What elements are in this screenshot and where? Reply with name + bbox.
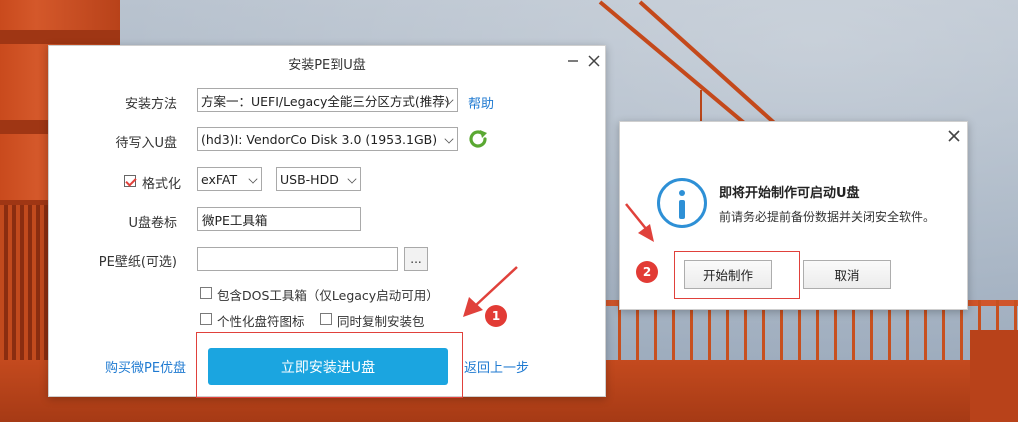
highlight-install-box	[196, 332, 463, 398]
disk-label: 待写入U盘	[115, 136, 177, 151]
filesystem-select-value: exFAT	[201, 171, 238, 187]
close-icon	[588, 55, 600, 67]
highlight-start-box	[674, 251, 800, 299]
boot-mode-select[interactable]: USB-HDD	[276, 167, 361, 191]
dos-toolbox-label: 包含DOS工具箱（仅Legacy启动可用）	[217, 288, 439, 303]
arrow-icon	[625, 203, 654, 242]
minimize-button[interactable]	[565, 54, 581, 70]
chevron-down-icon	[347, 174, 357, 184]
dos-toolbox-checkbox[interactable]	[200, 287, 212, 299]
cancel-button[interactable]: 取消	[803, 260, 891, 289]
minimize-icon	[568, 60, 578, 62]
refresh-icon	[469, 130, 487, 148]
format-label: 格式化	[142, 177, 182, 192]
info-icon	[657, 178, 707, 228]
disk-select-value: (hd3)I: VendorCo Disk 3.0 (1953.1GB)	[201, 131, 438, 147]
custom-icon-checkbox[interactable]	[200, 313, 212, 325]
confirm-close-button[interactable]	[946, 129, 962, 145]
buy-usb-link[interactable]: 购买微PE优盘	[105, 357, 186, 376]
format-checkbox[interactable]	[124, 175, 136, 187]
volume-label: U盘卷标	[128, 216, 177, 231]
custom-icon-label: 个性化盘符图标	[217, 314, 305, 329]
filesystem-select[interactable]: exFAT	[197, 167, 262, 191]
chevron-down-icon	[444, 134, 454, 144]
copy-package-label: 同时复制安装包	[337, 314, 425, 329]
step-badge-2: 2	[636, 261, 658, 283]
close-button[interactable]	[586, 54, 602, 70]
confirm-message: 前请务必提前备份数据并关闭安全软件。	[719, 210, 936, 224]
method-select[interactable]: 方案一：UEFI/Legacy全能三分区方式(推荐)	[197, 88, 458, 112]
boot-mode-select-value: USB-HDD	[280, 171, 339, 187]
help-link[interactable]: 帮助	[468, 93, 494, 112]
method-select-value: 方案一：UEFI/Legacy全能三分区方式(推荐)	[201, 93, 450, 109]
dialog-title: 安装PE到U盘	[288, 57, 366, 73]
close-icon	[948, 130, 960, 142]
disk-select[interactable]: (hd3)I: VendorCo Disk 3.0 (1953.1GB)	[197, 127, 458, 151]
confirm-title: 即将开始制作可启动U盘	[719, 186, 860, 201]
step-badge-1: 1	[485, 305, 507, 327]
volume-input[interactable]: 微PE工具箱	[197, 207, 361, 231]
method-label: 安装方法	[124, 97, 177, 112]
chevron-down-icon	[248, 174, 258, 184]
copy-package-checkbox[interactable]	[320, 313, 332, 325]
wallpaper-input[interactable]	[197, 247, 398, 271]
wallpaper-label: PE壁纸(可选)	[98, 255, 177, 270]
refresh-button[interactable]	[466, 127, 490, 151]
back-link[interactable]: 返回上一步	[464, 357, 529, 376]
browse-button[interactable]: ...	[404, 247, 428, 271]
